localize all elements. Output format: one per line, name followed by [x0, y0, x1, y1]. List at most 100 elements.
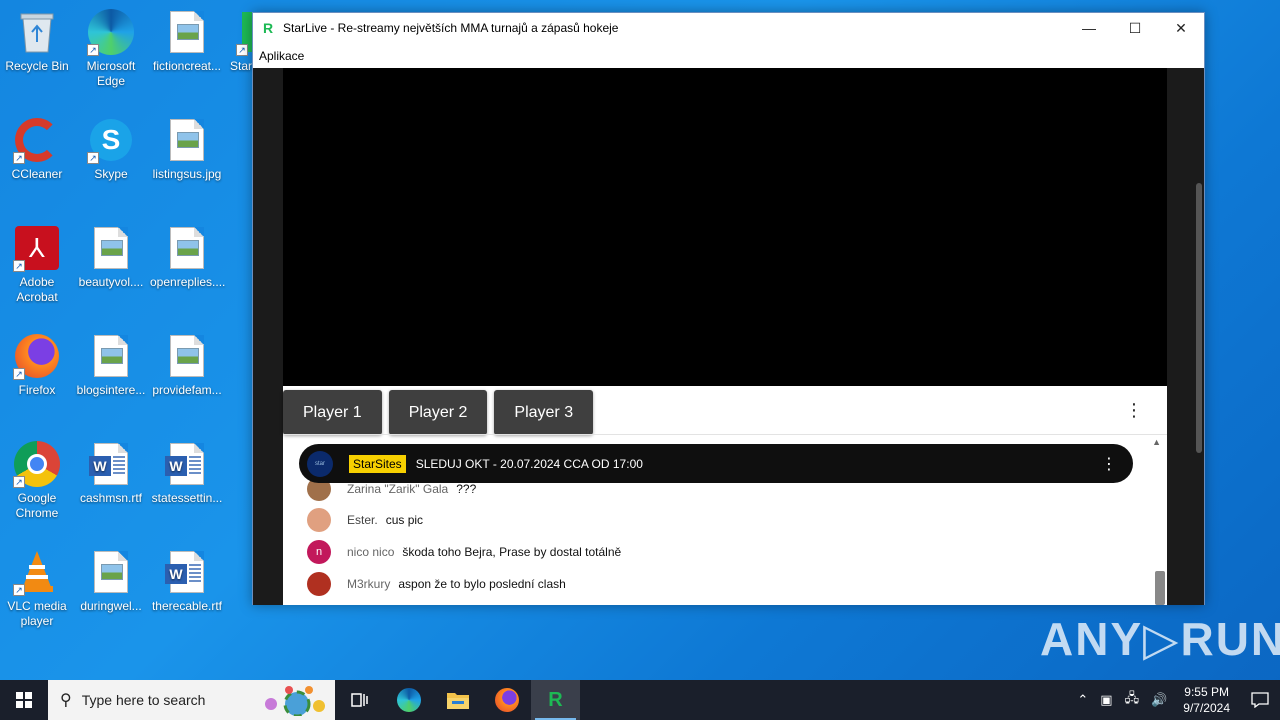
chat-text: cus pic [385, 513, 424, 527]
desktop-icon-label: Skype [94, 167, 128, 181]
chat-author: Zarina "Zarik" Gala [347, 482, 449, 496]
desktop-icon-label: duringwel... [80, 599, 142, 613]
notification-button[interactable] [1240, 680, 1280, 720]
chat-scrollbar-thumb[interactable] [1155, 571, 1165, 605]
shortcut-arrow-icon: ↗ [13, 584, 25, 596]
anyrun-watermark: ANY▷RUN [1040, 613, 1280, 665]
chat-text: škoda toho Bejra, Prase by dostal totáln… [402, 545, 622, 559]
desktop-icon-label: VLC media player [7, 599, 67, 628]
pinned-message[interactable]: star StarSites SLEDUJ OKT - 20.07.2024 C… [299, 444, 1133, 483]
image-file-icon [163, 224, 211, 272]
shortcut-arrow-icon: ↗ [87, 152, 99, 164]
desktop-icon-skype[interactable]: S ↗ Skype [74, 116, 148, 182]
desktop-icon-vlc[interactable]: ↗ VLC media player [0, 548, 74, 629]
desktop-icon-label: providefam... [152, 383, 222, 397]
live-chat: ▲ Zarina "Zarik" Gala ??? star StarSites… [283, 435, 1167, 605]
skype-icon: S ↗ [87, 116, 135, 164]
desktop-icon-duringwel[interactable]: duringwel... [74, 548, 148, 614]
taskbar-file-explorer[interactable] [433, 680, 482, 720]
player-tabs: Player 1 Player 2 Player 3 [283, 390, 594, 435]
desktop-icon-google-chrome[interactable]: ↗ Google Chrome [0, 440, 74, 521]
avatar: n [307, 540, 331, 564]
minimize-button[interactable]: — [1066, 13, 1112, 43]
maximize-button[interactable]: ☐ [1112, 13, 1158, 43]
taskbar-firefox[interactable] [482, 680, 531, 720]
desktop-icon-adobe-acrobat[interactable]: ⅄ ↗ Adobe Acrobat [0, 224, 74, 305]
taskbar-edge[interactable] [384, 680, 433, 720]
title-bar[interactable]: R StarLive - Re-streamy největších MMA t… [253, 13, 1204, 43]
taskbar-search[interactable]: ⚲ Type here to search [48, 680, 335, 720]
menu-item-aplikace[interactable]: Aplikace [259, 49, 304, 63]
pinned-more-icon[interactable]: ⋮ [1101, 454, 1117, 474]
clock[interactable]: 9:55 PM 9/7/2024 [1183, 684, 1230, 716]
window-title: StarLive - Re-streamy největších MMA tur… [283, 21, 619, 35]
chevron-up-icon[interactable]: ⌃ [1077, 692, 1088, 708]
shortcut-arrow-icon: ↗ [13, 368, 25, 380]
word-file-icon: W [87, 440, 135, 488]
desktop-icon-label: cashmsn.rtf [79, 491, 142, 505]
desktop-icon-fictioncreat[interactable]: fictioncreat... [150, 8, 224, 74]
word-file-icon: W [163, 440, 211, 488]
desktop-icon-label: Microsoft Edge [86, 59, 136, 88]
search-icon: ⚲ [60, 692, 72, 709]
stream-panel: Player 1 Player 2 Player 3 ⋮ ▲ Zarina "Z… [283, 386, 1167, 605]
desktop-icon-label: beautyvol.... [78, 275, 144, 289]
desktop-icon-firefox[interactable]: ↗ Firefox [0, 332, 74, 398]
chat-text: aspon že to bylo poslední clash [398, 577, 566, 591]
search-highlight-icon [265, 686, 325, 716]
chat-scroll-up-icon[interactable]: ▲ [1152, 437, 1161, 447]
taskbar: ⚲ Type here to search R ⌃ ▣ 🖧 🔊 9:55 PM … [0, 680, 1280, 720]
desktop-icon-openreplies[interactable]: openreplies.... [150, 224, 226, 290]
starlive-icon: ↗ [220, 8, 252, 56]
desktop-icon-label: fictioncreat... [152, 59, 222, 73]
page-scrollbar[interactable] [1194, 68, 1204, 605]
desktop-icon-label: StarL [230, 59, 252, 73]
task-view-button[interactable] [335, 680, 384, 720]
taskbar-starlive[interactable]: R [531, 680, 580, 720]
player-1-button[interactable]: Player 1 [283, 390, 382, 435]
desktop-icon-ccleaner[interactable]: ↗ CCleaner [0, 116, 74, 182]
task-view-icon [350, 693, 368, 707]
desktop-icon-microsoft-edge[interactable]: ↗ Microsoft Edge [74, 8, 148, 89]
shortcut-arrow-icon: ↗ [236, 44, 248, 56]
image-file-icon [87, 332, 135, 380]
starlive-window: R StarLive - Re-streamy největších MMA t… [252, 12, 1205, 605]
avatar [307, 508, 331, 532]
player-3-button[interactable]: Player 3 [494, 390, 594, 435]
channel-avatar: star [307, 450, 333, 477]
desktop-icon-starlive[interactable]: ↗ StarL [220, 8, 252, 74]
desktop-icon-blogsintere[interactable]: blogsintere... [74, 332, 148, 398]
desktop-icon-cashmsn[interactable]: W cashmsn.rtf [74, 440, 148, 506]
start-button[interactable] [0, 680, 48, 720]
volume-icon[interactable]: 🔊 [1151, 692, 1167, 708]
shortcut-arrow-icon: ↗ [13, 260, 25, 272]
desktop-icon-therecable[interactable]: W therecable.rtf [150, 548, 224, 614]
desktop-icon-recycle-bin[interactable]: Recycle Bin [0, 8, 74, 74]
close-button[interactable]: ✕ [1158, 13, 1204, 43]
firefox-icon: ↗ [13, 332, 61, 380]
network-icon[interactable]: 🖧 [1125, 689, 1140, 711]
web-content: Player 1 Player 2 Player 3 ⋮ ▲ Zarina "Z… [253, 68, 1204, 605]
edge-icon: ↗ [87, 8, 135, 56]
desktop-icon-label: listingsus.jpg [152, 167, 222, 181]
meet-now-icon[interactable]: ▣ [1100, 692, 1112, 708]
system-tray: ⌃ ▣ 🖧 🔊 9:55 PM 9/7/2024 [1071, 680, 1280, 720]
chrome-icon: ↗ [13, 440, 61, 488]
vlc-icon: ↗ [13, 548, 61, 596]
desktop-icon-label: openreplies.... [150, 275, 226, 289]
desktop-icon-providefam[interactable]: providefam... [150, 332, 224, 398]
video-player[interactable] [283, 68, 1167, 386]
chat-author: nico nico [347, 545, 395, 559]
page-scrollbar-thumb[interactable] [1196, 183, 1202, 453]
more-options-icon[interactable]: ⋮ [1125, 400, 1143, 421]
starlive-logo-icon: R [548, 688, 563, 711]
desktop-icon-beautyvol[interactable]: beautyvol.... [74, 224, 148, 290]
desktop-icon-statessettin[interactable]: W statessettin... [150, 440, 224, 506]
image-file-icon [163, 8, 211, 56]
pinned-text: SLEDUJ OKT - 20.07.2024 CCA OD 17:00 [415, 456, 643, 471]
shortcut-arrow-icon: ↗ [13, 152, 25, 164]
desktop-icon-listingsus[interactable]: listingsus.jpg [150, 116, 224, 182]
player-2-button[interactable]: Player 2 [388, 390, 488, 435]
avatar [307, 572, 331, 596]
folder-icon [446, 693, 469, 709]
